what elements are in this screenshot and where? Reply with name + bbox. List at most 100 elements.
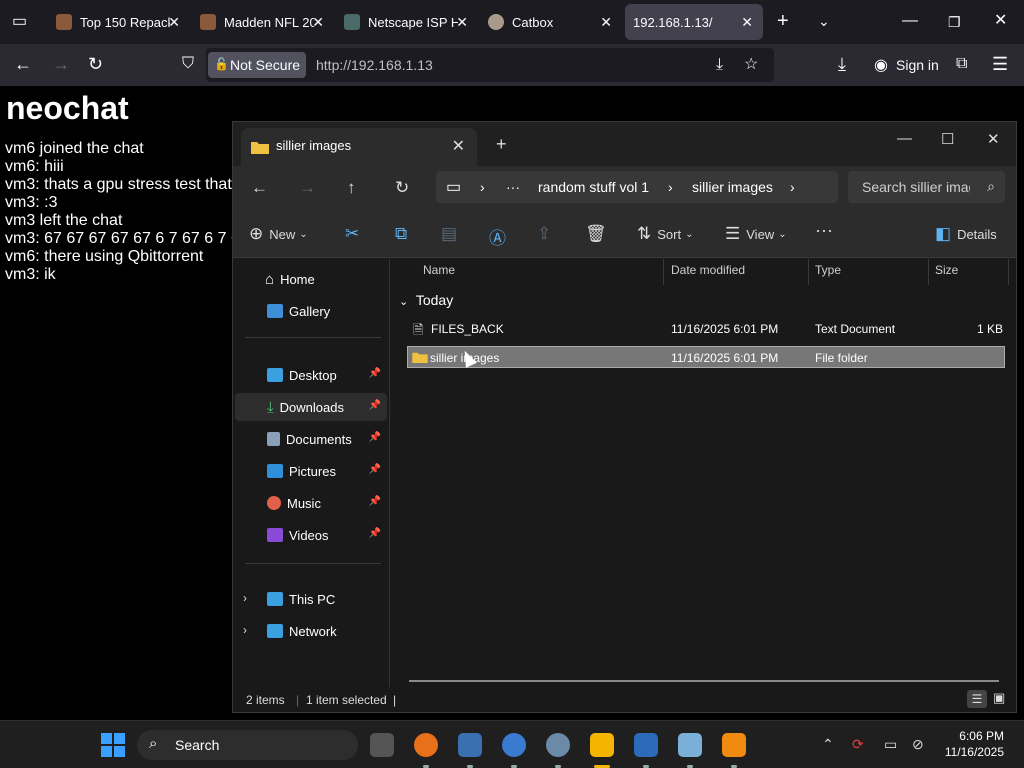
refresh-icon[interactable]: ↻ bbox=[395, 178, 409, 198]
windows-start-icon[interactable] bbox=[101, 733, 125, 757]
sidebar-item-videos[interactable]: Videos 📌 bbox=[235, 521, 387, 549]
column-header-name[interactable]: Name bbox=[423, 263, 455, 277]
sync-icon[interactable]: ⟳ bbox=[852, 736, 864, 753]
notepad-icon[interactable] bbox=[678, 733, 702, 757]
tracking-shield-icon[interactable]: ⛉ bbox=[182, 55, 194, 73]
page-download-icon[interactable]: ⤓ bbox=[716, 56, 723, 74]
delete-button[interactable]: 🗑 bbox=[585, 224, 613, 244]
details-button[interactable]: ◧ Details bbox=[935, 224, 997, 244]
column-header-type[interactable]: Type bbox=[815, 263, 841, 277]
file-row[interactable]: 🗎 FILES_BACK 11/16/2025 6:01 PM Text Doc… bbox=[407, 318, 1005, 340]
minimize-icon[interactable]: — bbox=[897, 130, 912, 147]
more-options-button[interactable]: ··· bbox=[815, 220, 833, 241]
horizontal-scrollbar[interactable] bbox=[409, 680, 999, 682]
downloads-icon[interactable]: ⤓ bbox=[838, 55, 846, 73]
network-status-icon[interactable]: ⊘ bbox=[912, 736, 924, 753]
pin-icon[interactable]: 📌 bbox=[369, 400, 381, 411]
address-bar[interactable]: ▭ › ··· random stuff vol 1 › sillier ima… bbox=[436, 171, 838, 203]
search-box[interactable]: Search sillier images ⌕ bbox=[848, 171, 1005, 203]
sort-button[interactable]: ⇅ Sort ⌄ bbox=[637, 224, 693, 244]
tab-madden-nfl[interactable]: Madden NFL 20 ✕ bbox=[194, 4, 334, 40]
url-bar[interactable]: 🔓 Not Secure http://192.168.1.13 ⤓ ☆ bbox=[206, 48, 774, 82]
close-tab-icon[interactable]: ✕ bbox=[456, 14, 468, 31]
tab-catbox[interactable]: Catbox ✕ bbox=[482, 4, 622, 40]
explorer-tab[interactable]: sillier images ✕ bbox=[241, 128, 477, 166]
sidebar-item-desktop[interactable]: Desktop 📌 bbox=[235, 361, 387, 389]
list-all-tabs-icon[interactable]: ⌄ bbox=[818, 12, 830, 30]
sidebar-item-music[interactable]: Music 📌 bbox=[235, 489, 387, 517]
cut-button[interactable]: ✂ bbox=[345, 224, 365, 244]
new-tab-icon[interactable]: + bbox=[777, 11, 789, 31]
chevron-right-icon[interactable]: › bbox=[243, 591, 247, 605]
tiles-view-icon[interactable]: ▣ bbox=[993, 690, 1005, 706]
share-button[interactable]: ⇪ bbox=[537, 224, 557, 244]
sidebar-item-home[interactable]: ⌂ Home bbox=[235, 265, 387, 293]
python-icon[interactable] bbox=[458, 733, 482, 757]
close-tab-icon[interactable]: ✕ bbox=[452, 136, 465, 156]
breadcrumb-sillier-images[interactable]: sillier images bbox=[692, 179, 773, 195]
close-tab-icon[interactable]: ✕ bbox=[600, 14, 612, 31]
task-view-icon[interactable] bbox=[370, 733, 394, 757]
pin-icon[interactable]: 📌 bbox=[369, 432, 381, 443]
rename-button[interactable]: Ⓐ bbox=[489, 224, 512, 249]
sidebar-item-this-pc[interactable]: › This PC bbox=[235, 585, 387, 613]
file-row-selected[interactable]: sillier images 11/16/2025 6:01 PM File f… bbox=[407, 346, 1005, 368]
view-button[interactable]: ☰ View ⌄ bbox=[725, 224, 787, 244]
chevron-up-icon[interactable]: ⌃ bbox=[822, 736, 834, 753]
pin-icon[interactable]: 📌 bbox=[369, 464, 381, 475]
more-path-icon[interactable]: ··· bbox=[506, 179, 520, 195]
maximize-icon[interactable]: ☐ bbox=[941, 130, 954, 148]
close-tab-icon[interactable]: ✕ bbox=[312, 14, 324, 31]
tab-192-168-1-13[interactable]: 192.168.1.13/ ✕ bbox=[625, 4, 763, 40]
tab-top-150-repacks[interactable]: Top 150 Repacks ✕ bbox=[50, 4, 190, 40]
close-window-icon[interactable]: ✕ bbox=[987, 130, 1000, 148]
vlc-icon[interactable] bbox=[722, 733, 746, 757]
column-header-size[interactable]: Size bbox=[935, 263, 958, 277]
sign-in-button[interactable]: ◉ Sign in bbox=[868, 49, 942, 81]
bookmark-star-icon[interactable]: ☆ bbox=[744, 56, 758, 74]
tab-netscape-isp[interactable]: Netscape ISP Ho ✕ bbox=[338, 4, 478, 40]
minimize-icon[interactable]: — bbox=[902, 12, 918, 30]
close-tab-icon[interactable]: ✕ bbox=[741, 14, 753, 31]
column-divider[interactable] bbox=[1008, 259, 1009, 285]
details-view-icon[interactable]: ☰ bbox=[967, 690, 987, 708]
pin-icon[interactable]: 📌 bbox=[369, 528, 381, 539]
new-button[interactable]: ⊕ New ⌄ bbox=[249, 224, 308, 244]
forward-icon[interactable]: → bbox=[52, 55, 70, 73]
clock[interactable]: 6:06 PM 11/16/2025 bbox=[945, 728, 1004, 760]
sidebar-item-documents[interactable]: Documents 📌 bbox=[235, 425, 387, 453]
sidebar-item-gallery[interactable]: Gallery bbox=[235, 297, 387, 325]
forward-icon[interactable]: → bbox=[299, 178, 316, 198]
pin-icon[interactable]: 📌 bbox=[369, 496, 381, 507]
paste-button[interactable]: ▤ bbox=[441, 224, 463, 244]
reload-icon[interactable]: ↻ bbox=[88, 55, 103, 73]
column-divider[interactable] bbox=[928, 259, 929, 285]
copy-button[interactable]: ⧉ bbox=[395, 224, 413, 244]
chevron-right-icon[interactable]: › bbox=[243, 623, 247, 637]
up-icon[interactable]: ↑ bbox=[347, 178, 356, 198]
display-icon[interactable]: ▭ bbox=[884, 736, 897, 753]
menu-icon[interactable]: ☰ bbox=[992, 55, 1008, 73]
sidebar-item-downloads[interactable]: ⤓ Downloads 📌 bbox=[235, 393, 387, 421]
sidebar-item-pictures[interactable]: Pictures 📌 bbox=[235, 457, 387, 485]
photos-icon[interactable] bbox=[634, 733, 658, 757]
column-header-date[interactable]: Date modified bbox=[671, 263, 745, 277]
column-divider[interactable] bbox=[808, 259, 809, 285]
maximize-icon[interactable]: ❐ bbox=[948, 13, 961, 31]
close-tab-icon[interactable]: ✕ bbox=[168, 14, 180, 31]
qbittorrent-icon[interactable] bbox=[502, 733, 526, 757]
not-secure-badge[interactable]: 🔓 Not Secure bbox=[208, 52, 306, 78]
back-icon[interactable]: ← bbox=[14, 55, 32, 73]
taskbar-search[interactable]: ⌕ Search bbox=[137, 730, 358, 760]
url-text[interactable]: http://192.168.1.13 bbox=[316, 57, 433, 73]
tab-list-icon[interactable]: ▭ bbox=[12, 13, 27, 31]
firefox-icon[interactable] bbox=[414, 733, 438, 757]
extensions-icon[interactable]: ⧉ bbox=[956, 55, 967, 73]
group-header-today[interactable]: ⌄ Today bbox=[399, 292, 453, 308]
column-divider[interactable] bbox=[663, 259, 664, 285]
back-icon[interactable]: ← bbox=[251, 178, 268, 198]
sidebar-item-network[interactable]: › Network bbox=[235, 617, 387, 645]
pin-icon[interactable]: 📌 bbox=[369, 368, 381, 379]
new-tab-icon[interactable]: + bbox=[496, 134, 507, 155]
breadcrumb-random-stuff[interactable]: random stuff vol 1 bbox=[538, 179, 649, 195]
